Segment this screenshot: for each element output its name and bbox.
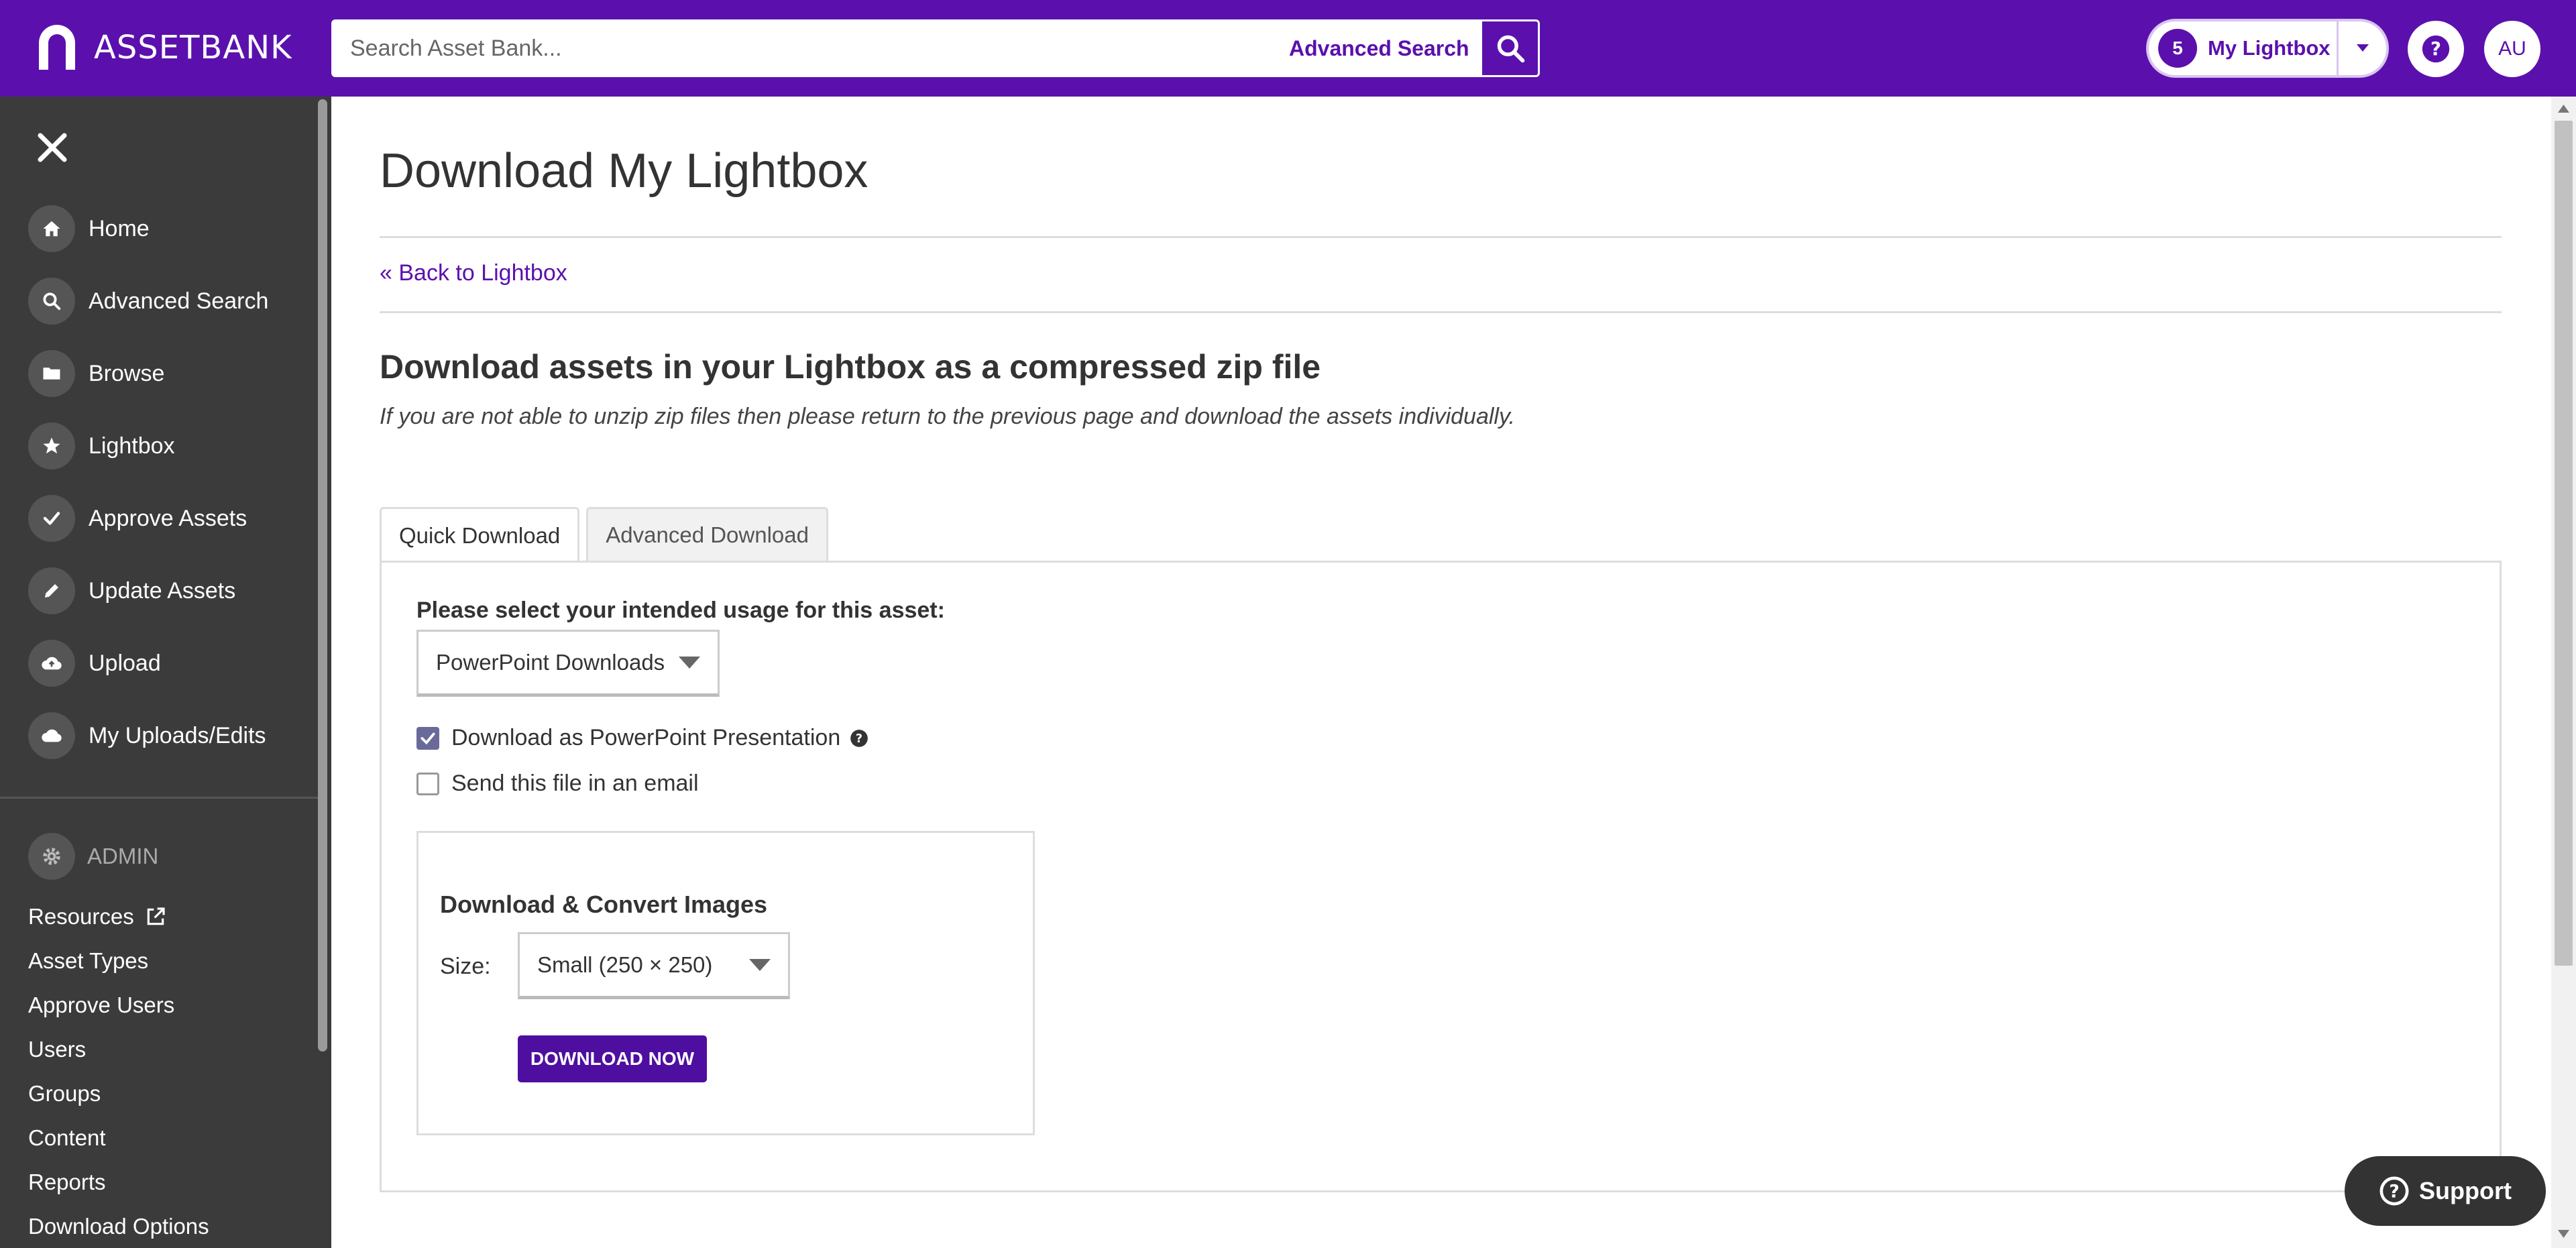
scroll-up-icon[interactable] xyxy=(2558,105,2569,113)
usage-select[interactable]: PowerPoint Downloads xyxy=(416,630,720,697)
external-link-icon xyxy=(147,907,165,925)
size-select[interactable]: Small (250 × 250) xyxy=(518,932,790,999)
check-icon xyxy=(28,495,75,542)
sidebar-item-home[interactable]: Home xyxy=(28,202,150,256)
checkmark-icon xyxy=(421,732,435,744)
lightbox-label: My Lightbox xyxy=(2208,36,2331,60)
sidebar-item-label: Approve Assets xyxy=(89,505,247,531)
sidebar-item-label: Home xyxy=(89,215,150,241)
unzip-note: If you are not able to unzip zip files t… xyxy=(380,404,1515,429)
close-sidebar-icon[interactable] xyxy=(35,130,70,165)
usage-label: Please select your intended usage for th… xyxy=(416,598,945,623)
chevron-down-icon xyxy=(679,657,700,669)
search-icon xyxy=(1497,35,1524,63)
admin-link-download-options[interactable]: Download Options xyxy=(28,1214,209,1239)
star-icon xyxy=(28,422,75,469)
advanced-search-link[interactable]: Advanced Search xyxy=(1289,19,1469,77)
sidebar-item-label: Upload xyxy=(89,650,161,676)
svg-text:?: ? xyxy=(2430,38,2441,60)
admin-link-reports[interactable]: Reports xyxy=(28,1170,106,1195)
lightbox-dropdown-toggle[interactable] xyxy=(2339,44,2386,52)
user-avatar[interactable]: AU xyxy=(2484,21,2540,77)
admin-link-approve-users[interactable]: Approve Users xyxy=(28,992,174,1018)
cloud-upload-icon xyxy=(28,640,75,687)
svg-text:?: ? xyxy=(2389,1182,2400,1202)
ppt-checkbox-row[interactable]: Download as PowerPoint Presentation ? xyxy=(416,725,869,751)
admin-link-asset-types[interactable]: Asset Types xyxy=(28,948,148,974)
logo-text: ASSETBANK xyxy=(94,29,292,66)
admin-label: ADMIN xyxy=(87,844,159,868)
sidebar-scrollbar[interactable] xyxy=(318,99,327,1052)
divider xyxy=(380,236,2502,238)
download-now-button[interactable]: DOWNLOAD NOW xyxy=(518,1035,707,1082)
sidebar-item-label: Advanced Search xyxy=(89,288,269,314)
sidebar-item-label: My Uploads/Edits xyxy=(89,722,266,748)
logo[interactable]: ASSETBANK xyxy=(35,23,292,72)
email-checkbox-row[interactable]: Send this file in an email xyxy=(416,771,699,797)
ppt-checkbox-label: Download as PowerPoint Presentation xyxy=(451,725,841,750)
svg-text:?: ? xyxy=(856,732,862,745)
folder-icon xyxy=(28,350,75,397)
admin-link-label: Resources xyxy=(28,904,134,929)
email-checkbox[interactable] xyxy=(416,772,439,795)
search-icon xyxy=(28,278,75,325)
main-content: Download My Lightbox « Back to Lightbox … xyxy=(331,97,2551,1248)
cloud-icon xyxy=(28,712,75,759)
lightbox-count-badge: 5 xyxy=(2158,29,2197,68)
sidebar-item-lightbox[interactable]: Lightbox xyxy=(28,419,175,473)
back-to-lightbox-link[interactable]: « Back to Lightbox xyxy=(380,260,567,286)
sidebar-item-update-assets[interactable]: Update Assets xyxy=(28,564,235,618)
help-button[interactable]: ? xyxy=(2408,21,2464,77)
chevron-down-icon xyxy=(749,959,771,971)
home-icon xyxy=(28,205,75,252)
quick-download-panel: Please select your intended usage for th… xyxy=(380,561,2502,1192)
admin-link-users[interactable]: Users xyxy=(28,1037,86,1062)
section-title: Download assets in your Lightbox as a co… xyxy=(380,348,1321,386)
sidebar-item-label: Lightbox xyxy=(89,433,175,459)
support-button[interactable]: ? Support xyxy=(2345,1156,2546,1226)
my-lightbox-button[interactable]: 5 My Lightbox xyxy=(2146,19,2389,78)
assetbank-logo-icon xyxy=(39,25,75,70)
usage-select-value: PowerPoint Downloads xyxy=(436,650,665,675)
sidebar-item-browse[interactable]: Browse xyxy=(28,347,164,400)
sidebar: Home Advanced Search Browse Lightbox App… xyxy=(0,97,331,1248)
tab-advanced-download[interactable]: Advanced Download xyxy=(586,507,828,561)
convert-title: Download & Convert Images xyxy=(440,891,768,918)
page-title: Download My Lightbox xyxy=(380,144,869,198)
sidebar-item-advanced-search[interactable]: Advanced Search xyxy=(28,274,268,328)
question-icon: ? xyxy=(2379,1176,2409,1206)
size-label: Size: xyxy=(440,954,491,979)
tab-quick-download[interactable]: Quick Download xyxy=(380,507,580,563)
gear-icon xyxy=(28,833,75,880)
help-tooltip-icon[interactable]: ? xyxy=(850,729,869,748)
sidebar-item-my-uploads[interactable]: My Uploads/Edits xyxy=(28,709,266,762)
convert-images-box: Download & Convert Images Size: Small (2… xyxy=(416,831,1035,1135)
search-bar: Advanced Search xyxy=(331,19,1540,77)
ppt-checkbox[interactable] xyxy=(416,726,439,750)
page-scrollbar[interactable] xyxy=(2551,97,2576,1248)
top-bar: ASSETBANK Advanced Search 5 My Lightbox … xyxy=(0,0,2576,97)
sidebar-item-label: Browse xyxy=(89,360,165,386)
admin-section-header[interactable]: ADMIN xyxy=(28,833,158,880)
scrollbar-thumb[interactable] xyxy=(2555,121,2573,966)
question-icon: ? xyxy=(2422,35,2450,63)
sidebar-item-upload[interactable]: Upload xyxy=(28,636,161,690)
download-tabs: Quick Download Advanced Download xyxy=(380,507,835,563)
divider xyxy=(380,311,2502,313)
admin-link-groups[interactable]: Groups xyxy=(28,1081,101,1107)
email-checkbox-label: Send this file in an email xyxy=(451,771,699,796)
sidebar-item-approve-assets[interactable]: Approve Assets xyxy=(28,492,247,545)
sidebar-item-label: Update Assets xyxy=(89,577,236,604)
sidebar-divider xyxy=(0,797,318,799)
support-label: Support xyxy=(2419,1177,2512,1204)
scroll-down-icon[interactable] xyxy=(2558,1230,2569,1238)
admin-link-resources[interactable]: Resources xyxy=(28,904,166,929)
pencil-icon xyxy=(28,567,75,614)
size-select-value: Small (250 × 250) xyxy=(537,952,713,977)
admin-link-content[interactable]: Content xyxy=(28,1125,106,1151)
search-button[interactable] xyxy=(1482,19,1540,77)
caret-down-icon xyxy=(2356,44,2369,52)
